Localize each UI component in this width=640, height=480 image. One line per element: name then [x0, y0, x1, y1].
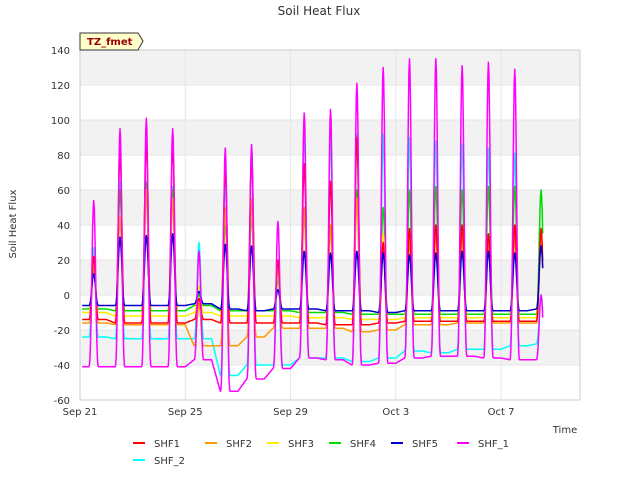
y-tick-label: 100	[51, 116, 70, 127]
y-tick-label: 60	[57, 186, 70, 197]
y-tick-label: -60	[54, 396, 70, 407]
y-tick-label: 40	[57, 221, 70, 232]
x-axis-label: Time	[552, 425, 577, 436]
legend-label: SHF4	[350, 439, 376, 450]
legend-label: SHF2	[226, 439, 252, 450]
background-band	[80, 50, 580, 85]
y-axis-ticks: -60 -40 -20 0 20 40 60 80 100 120 140	[51, 46, 70, 407]
y-tick-label: 140	[51, 46, 70, 57]
x-tick-label: Oct 3	[382, 407, 409, 418]
x-tick-label: Sep 29	[273, 407, 308, 418]
legend-label: SHF5	[412, 439, 438, 450]
chart-title: Soil Heat Flux	[278, 4, 361, 18]
x-tick-label: Sep 25	[168, 407, 203, 418]
legend: SHF1 SHF2 SHF3 SHF4 SHF5 SHF_1 SHF_2	[133, 439, 509, 467]
soil-heat-flux-chart: -60 -40 -20 0 20 40 60 80 100 120 140 Sep 21 Sep 25…	[8, 4, 581, 467]
y-tick-label: 20	[57, 256, 70, 267]
y-axis-label: Soil Heat Flux	[8, 189, 19, 258]
x-axis-ticks: Sep 21 Sep 25 Sep 29 Oct 3 Oct 7	[63, 407, 515, 418]
y-tick-label: 120	[51, 81, 70, 92]
site-tag-label: TZ_fmet	[87, 37, 133, 48]
y-tick-label: 0	[64, 291, 70, 302]
x-tick-label: Oct 7	[488, 407, 515, 418]
legend-label: SHF1	[154, 439, 180, 450]
x-tick-label: Sep 21	[63, 407, 98, 418]
legend-label: SHF3	[288, 439, 314, 450]
y-tick-label: -20	[54, 326, 70, 337]
y-tick-label: 80	[57, 151, 70, 162]
legend-label: SHF_2	[154, 456, 185, 467]
y-tick-label: -40	[54, 361, 70, 372]
legend-label: SHF_1	[478, 439, 509, 450]
site-tag: TZ_fmet	[79, 32, 144, 51]
